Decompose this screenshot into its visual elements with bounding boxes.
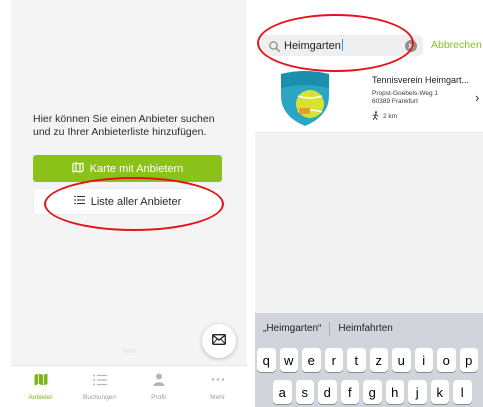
tab-anbieter[interactable]: Anbieter	[11, 366, 70, 407]
person-icon	[153, 373, 165, 391]
key[interactable]: a	[273, 380, 292, 404]
provider-start-screen: Hier können Sie einen Anbieter suchen un…	[11, 0, 247, 407]
keyboard-suggestions: „Heimgarten“ Heimfahrten	[255, 313, 483, 345]
tab-label: Buchungen	[83, 393, 116, 401]
key[interactable]: g	[363, 380, 382, 404]
key[interactable]: q	[257, 348, 276, 372]
key[interactable]: o	[437, 348, 456, 372]
key[interactable]: i	[414, 348, 433, 372]
walking-icon	[372, 111, 379, 122]
key[interactable]: d	[318, 380, 337, 404]
key[interactable]: p	[459, 348, 478, 372]
tab-profil[interactable]: Profil	[129, 366, 188, 407]
map-button-label: Karte mit Anbietern	[89, 162, 184, 175]
key[interactable]: r	[324, 348, 343, 372]
keyboard-row-1: q w e r t z u i o p	[257, 348, 478, 372]
tab-label: Anbieter	[28, 393, 53, 401]
key[interactable]: e	[302, 348, 321, 372]
message-button[interactable]	[202, 324, 236, 358]
annotation-circle-search-field	[257, 14, 414, 72]
distance-value: 2 km	[383, 113, 398, 120]
intro-text: Hier können Sie einen Anbieter suchen un…	[33, 113, 215, 138]
key[interactable]: f	[340, 380, 359, 404]
key[interactable]: s	[295, 380, 314, 404]
key[interactable]: k	[430, 380, 449, 404]
key[interactable]: z	[369, 348, 388, 372]
map-icon	[72, 161, 84, 176]
results-empty-area	[255, 133, 483, 313]
suggestion-item[interactable]: Heimfahrten	[329, 322, 400, 336]
annotation-circle-list-button	[44, 177, 224, 231]
provider-search-screen: Heimgarten Abbrechen Tennisverein Heimga…	[255, 0, 483, 407]
tab-bar: Anbieter Buchungen Profil Mehr	[11, 365, 247, 407]
tab-label: Profil	[151, 393, 166, 401]
key[interactable]: l	[453, 380, 472, 404]
key[interactable]: u	[392, 348, 411, 372]
cancel-button[interactable]: Abbrechen	[431, 39, 482, 51]
keyboard-row-2: a s d f g h j k l	[273, 380, 472, 404]
on-screen-keyboard: „Heimgarten“ Heimfahrten q w e r t z u i…	[255, 313, 483, 407]
club-street: Propst-Goebels-Weg 1	[372, 90, 438, 97]
club-city: 60389 Frankfurt	[372, 98, 418, 105]
tab-buchungen[interactable]: Buchungen	[70, 366, 129, 407]
chevron-right-icon: ›	[475, 90, 480, 105]
more-icon	[211, 373, 225, 391]
key[interactable]: j	[408, 380, 427, 404]
map-icon	[34, 373, 48, 391]
key[interactable]: w	[279, 348, 298, 372]
tab-mehr[interactable]: Mehr	[188, 366, 247, 407]
page-indicator	[122, 349, 136, 353]
club-distance: 2 km	[372, 111, 397, 122]
club-logo	[277, 70, 333, 133]
suggestion-item[interactable]: „Heimgarten“	[255, 322, 329, 336]
list-icon	[92, 373, 107, 391]
envelope-icon	[212, 332, 226, 350]
key[interactable]: h	[385, 380, 404, 404]
key[interactable]: t	[347, 348, 366, 372]
search-result-item[interactable]: Tennisverein Heimgart... Propst-Goebels-…	[255, 65, 483, 133]
club-name: Tennisverein Heimgart...	[372, 75, 470, 85]
tab-label: Mehr	[210, 393, 225, 401]
